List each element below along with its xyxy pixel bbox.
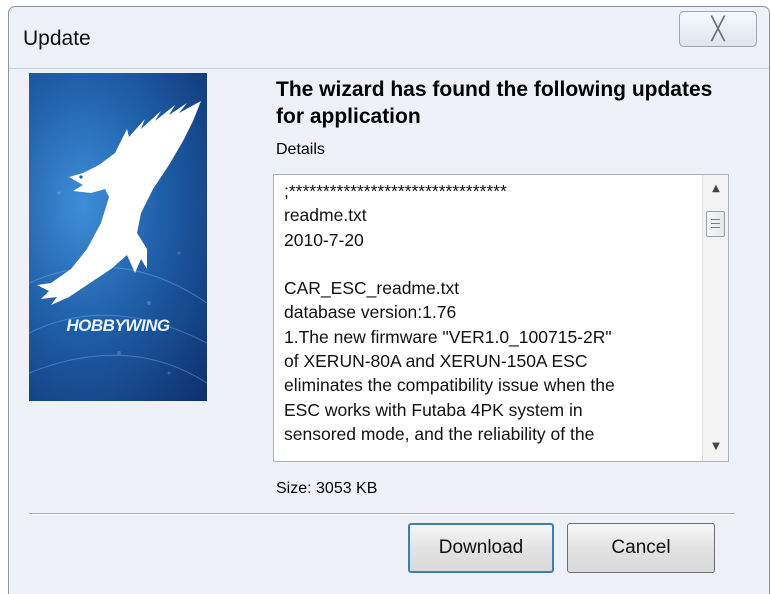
download-button[interactable]: Download [408, 523, 554, 573]
divider [29, 513, 735, 515]
wizard-heading: The wizard has found the following updat… [276, 78, 713, 128]
scrollbar-thumb[interactable] [706, 211, 725, 237]
details-label: Details [276, 141, 325, 158]
scroll-up-arrow-icon[interactable]: ▲ [703, 177, 728, 201]
close-button[interactable]: ╳ [679, 11, 757, 47]
cancel-button[interactable]: Cancel [567, 523, 715, 573]
title-bar: Update ╳ [9, 7, 769, 69]
window-title: Update [23, 27, 91, 50]
details-text: ;******************************** readme… [284, 181, 615, 444]
details-textbox[interactable]: ;******************************** readme… [273, 174, 729, 462]
update-size-label: Size: 3053 KB [276, 480, 378, 497]
hobbywing-logo-image: HOBBYWING [29, 73, 207, 401]
vertical-scrollbar[interactable]: ▲ ▼ [702, 175, 728, 461]
brand-logo-text: HOBBYWING [66, 316, 170, 335]
close-icon: ╳ [711, 17, 725, 42]
eagle-logo-icon [29, 101, 207, 384]
scroll-down-arrow-icon[interactable]: ▼ [703, 435, 728, 459]
